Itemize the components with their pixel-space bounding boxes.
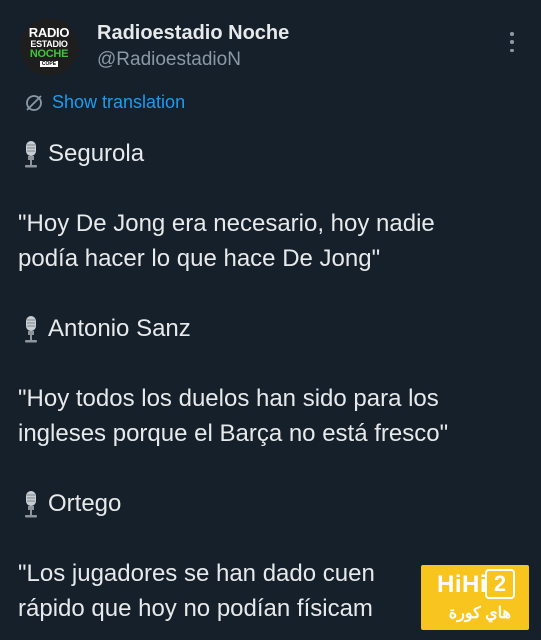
avatar-text-cope: COPE (39, 61, 59, 67)
speaker-line: Ortego (18, 486, 528, 521)
speaker-line: Segurola (18, 136, 528, 171)
quote-line: "Hoy todos los duelos han sido para los (18, 385, 439, 412)
studio-microphone-icon (25, 140, 37, 167)
speaker-name: Antonio Sanz (48, 315, 191, 342)
more-options-icon[interactable] (507, 32, 517, 52)
globe-slash-icon (26, 94, 42, 111)
watermark-logo: HiHi 2 هاي كورة (421, 565, 529, 630)
quote-line: "Hoy De Jong era necesario, hoy nadie (18, 210, 435, 237)
avatar-text-noche: NOCHE (29, 48, 69, 60)
tweet-header: RADIO ESTADIO NOCHE COPE Radioestadio No… (20, 18, 525, 80)
quote-line: ingleses porque el Barça no está fresco" (18, 420, 449, 447)
watermark-brand: HiHi (437, 571, 487, 598)
account-handle[interactable]: @RadioestadioN (97, 49, 241, 71)
speaker-name: Ortego (48, 490, 122, 517)
speaker-name: Segurola (48, 140, 145, 167)
avatar[interactable]: RADIO ESTADIO NOCHE COPE (20, 18, 78, 76)
account-name[interactable]: Radioestadio Noche (97, 22, 289, 45)
speaker-line: Antonio Sanz (18, 311, 528, 346)
studio-microphone-icon (25, 315, 37, 342)
studio-microphone-icon (25, 490, 37, 517)
show-translation-label: Show translation (52, 92, 186, 112)
watermark-number: 2 (485, 569, 515, 599)
avatar-text-radio: RADIO (28, 25, 70, 40)
tweet-text: Segurola "Hoy De Jong era necesario, hoy… (18, 136, 528, 626)
quote-line: podía hacer lo que hace De Jong" (18, 245, 381, 272)
show-translation-link[interactable]: Show translation (24, 92, 185, 113)
watermark-arabic: هاي كورة (448, 605, 511, 622)
